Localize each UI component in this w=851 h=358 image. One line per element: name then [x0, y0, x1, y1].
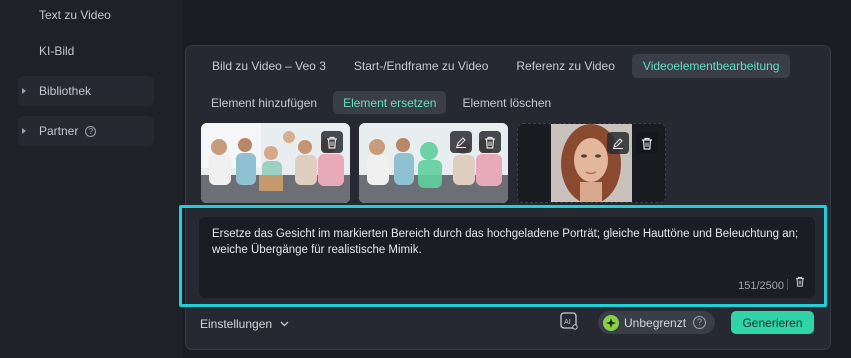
clear-prompt-button[interactable] — [795, 274, 805, 292]
tab-bild-zu-video[interactable]: Bild zu Video – Veo 3 — [201, 54, 337, 78]
source-video-thumbnail[interactable] — [201, 123, 350, 203]
tab-videoelementbearbeitung[interactable]: Videoelementbearbeitung — [631, 54, 791, 78]
sidebar-item-label: Bibliothek — [39, 84, 92, 98]
masked-region-thumbnail[interactable] — [359, 123, 508, 203]
settings-label: Einstellungen — [200, 317, 273, 331]
edit-mask-button[interactable] — [450, 131, 472, 153]
character-counter: 151/2500 — [738, 280, 784, 292]
help-icon[interactable]: ? — [693, 316, 707, 329]
delete-portrait-button[interactable] — [636, 132, 658, 154]
sparkle-icon — [603, 314, 619, 331]
trash-icon — [327, 136, 337, 149]
media-thumbnails — [201, 123, 666, 203]
sidebar: Text zu Video KI-Bild Bibliothek Partner… — [0, 0, 183, 358]
trash-icon — [795, 276, 805, 287]
sidebar-item-ki-bild[interactable]: KI-Bild — [18, 36, 154, 66]
prompt-text[interactable]: Ersetze das Gesicht im markierten Bereic… — [212, 226, 810, 258]
credits-label: Unbegrenzt — [624, 315, 687, 330]
sidebar-item-label: KI-Bild — [39, 44, 75, 58]
sidebar-item-label: Partner — [39, 124, 79, 138]
tab-referenz-zu-video[interactable]: Referenz zu Video — [505, 54, 626, 78]
sidebar-item-label: Text zu Video — [39, 8, 111, 22]
ai-prompt-assist-button[interactable]: AI — [559, 311, 579, 331]
settings-dropdown[interactable]: Einstellungen — [200, 315, 289, 333]
subtab-element-ersetzen[interactable]: Element ersetzen — [333, 91, 447, 114]
subtab-element-loeschen[interactable]: Element löschen — [452, 91, 561, 114]
counter-divider — [787, 279, 788, 290]
edit-portrait-button[interactable] — [607, 132, 629, 154]
pencil-icon — [456, 137, 466, 148]
help-icon[interactable]: ? — [85, 125, 97, 137]
subtab-element-hinzufuegen[interactable]: Element hinzufügen — [201, 91, 327, 114]
uploaded-portrait-thumbnail[interactable] — [517, 123, 666, 203]
delete-thumbnail-button[interactable] — [479, 131, 501, 153]
sidebar-item-text-zu-video[interactable]: Text zu Video — [18, 0, 154, 30]
chevron-down-icon — [280, 321, 289, 327]
prompt-input[interactable]: Ersetze das Gesicht im markierten Bereic… — [199, 217, 815, 298]
svg-text:AI: AI — [564, 318, 571, 326]
trash-icon — [642, 137, 652, 150]
generate-button[interactable]: Generieren — [731, 311, 814, 334]
delete-thumbnail-button[interactable] — [321, 131, 343, 153]
caret-right-icon — [22, 88, 26, 94]
credits-badge[interactable]: Unbegrenzt ? — [598, 311, 715, 334]
ai-icon: AI — [560, 312, 578, 330]
sidebar-item-bibliothek[interactable]: Bibliothek — [18, 76, 154, 106]
trash-icon — [485, 136, 495, 149]
pencil-icon — [613, 138, 623, 149]
sidebar-item-partner[interactable]: Partner ? — [18, 116, 154, 146]
tab-start-endframe[interactable]: Start-/Endframe zu Video — [343, 54, 500, 78]
mode-tabs: Bild zu Video – Veo 3 Start-/Endframe zu… — [201, 54, 791, 78]
generate-label: Generieren — [742, 315, 803, 330]
element-action-tabs: Element hinzufügen Element ersetzen Elem… — [201, 91, 561, 114]
caret-right-icon — [22, 128, 26, 134]
